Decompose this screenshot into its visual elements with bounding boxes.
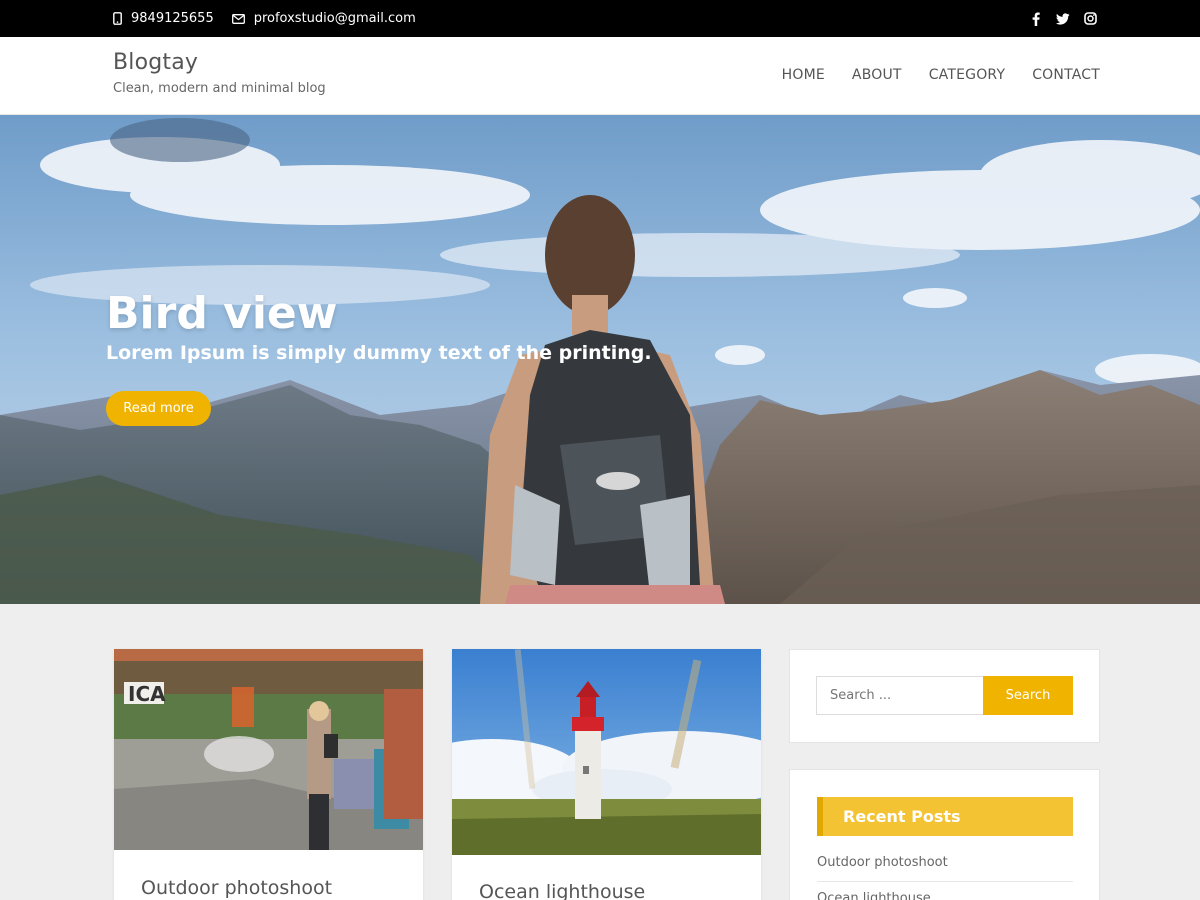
recent-post-link[interactable]: Outdoor photoshoot [817, 855, 1073, 882]
site-branding: Blogtay Clean, modern and minimal blog [113, 50, 326, 96]
main-navigation: HOME ABOUT CATEGORY CONTACT [755, 67, 1100, 83]
email-contact[interactable]: profoxstudio@gmail.com [231, 11, 416, 26]
recent-posts-widget: Recent Posts Outdoor photoshoot Ocean li… [789, 769, 1100, 900]
post-title[interactable]: Ocean lighthouse [479, 881, 645, 900]
hero-title: Bird view [106, 288, 338, 339]
search-button[interactable]: Search [983, 676, 1073, 715]
search-input[interactable] [816, 676, 983, 715]
site-title[interactable]: Blogtay [113, 50, 326, 75]
recent-post-link[interactable]: Ocean lighthouse [817, 891, 1073, 900]
email-address[interactable]: profoxstudio@gmail.com [254, 11, 416, 26]
post-thumbnail[interactable] [452, 649, 761, 855]
twitter-icon[interactable] [1056, 12, 1070, 26]
nav-contact[interactable]: CONTACT [1032, 67, 1100, 83]
recent-posts-heading: Recent Posts [817, 797, 1073, 836]
contact-info: 9849125655 profoxstudio@gmail.com [113, 0, 434, 37]
search-widget: Search [789, 649, 1100, 743]
post-card-outdoor[interactable]: ICA Outdoor photoshoot [114, 649, 423, 900]
site-header: Blogtay Clean, modern and minimal blog H… [0, 37, 1200, 115]
phone-number: 9849125655 [131, 11, 214, 26]
post-thumbnail[interactable]: ICA [114, 649, 423, 850]
social-links [1016, 0, 1097, 37]
svg-text:ICA: ICA [128, 682, 166, 706]
facebook-icon[interactable] [1029, 12, 1043, 26]
hero-banner: Bird view Lorem Ipsum is simply dummy te… [0, 115, 1200, 604]
read-more-button[interactable]: Read more [106, 391, 211, 426]
post-title[interactable]: Outdoor photoshoot [141, 877, 332, 899]
nav-about[interactable]: ABOUT [852, 67, 902, 83]
top-bar: 9849125655 profoxstudio@gmail.com [0, 0, 1200, 37]
nav-category[interactable]: CATEGORY [929, 67, 1006, 83]
nav-home[interactable]: HOME [782, 67, 825, 83]
site-tagline: Clean, modern and minimal blog [113, 81, 326, 96]
phone-icon [113, 12, 122, 25]
post-card-lighthouse[interactable]: Ocean lighthouse [452, 649, 761, 900]
phone-contact: 9849125655 [113, 11, 214, 26]
instagram-icon[interactable] [1083, 12, 1097, 26]
envelope-icon [231, 13, 245, 24]
hero-subtitle: Lorem Ipsum is simply dummy text of the … [106, 342, 652, 364]
